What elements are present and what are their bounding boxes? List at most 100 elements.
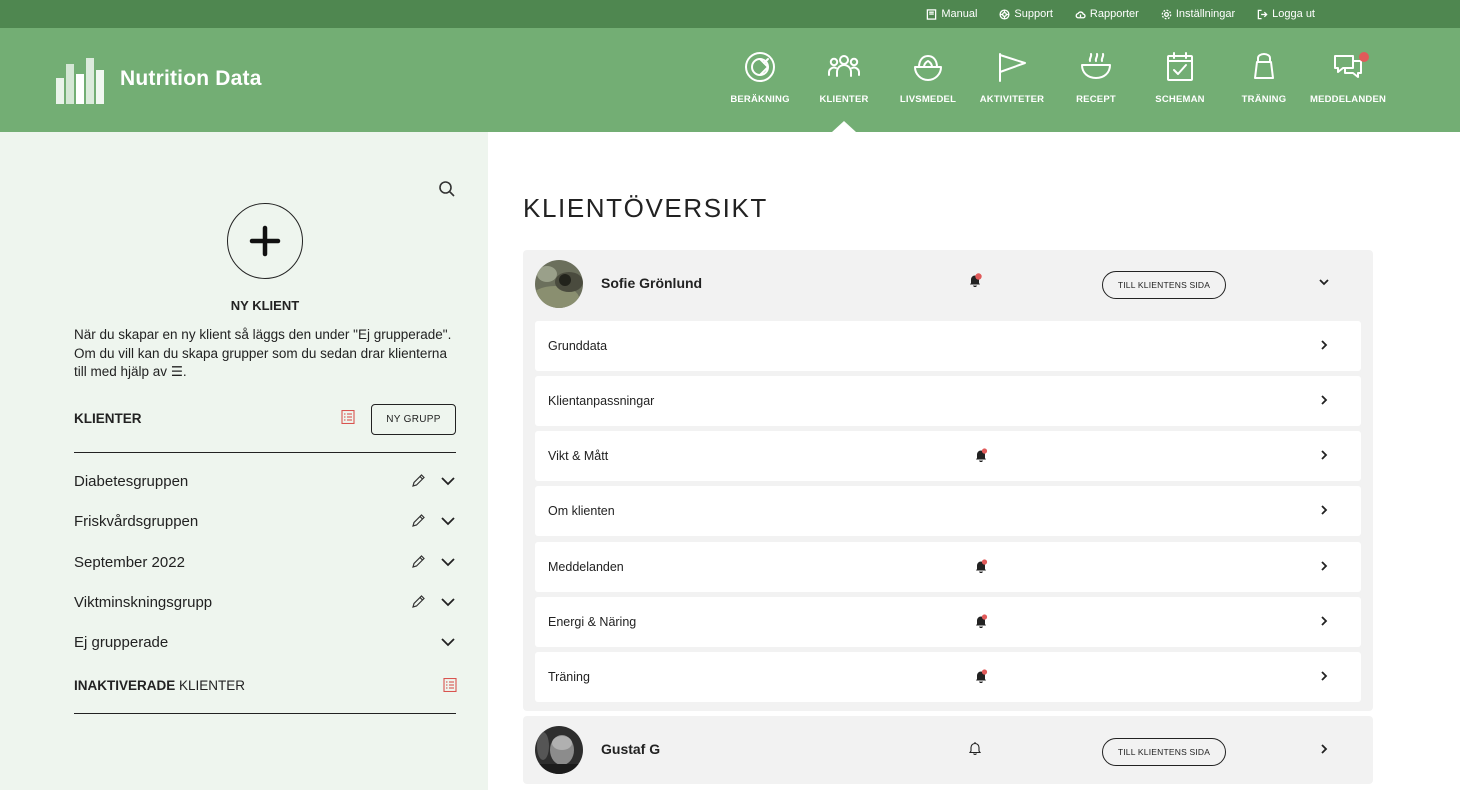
calculation-icon (745, 52, 775, 82)
chevron-right-icon (1317, 393, 1331, 407)
section-row-meddelanden[interactable]: Meddelanden (535, 542, 1361, 592)
nav-item-recept[interactable]: RECEPT (1054, 28, 1138, 132)
section-row-klientanpassningar[interactable]: Klientanpassningar (535, 376, 1361, 426)
client-card: Gustaf G TILL KLIENTENS SIDA (523, 716, 1373, 784)
client-header[interactable]: Gustaf G TILL KLIENTENS SIDA (523, 716, 1373, 782)
notification-dot (1359, 52, 1369, 62)
chevron-down-icon[interactable] (1317, 275, 1333, 291)
divider (74, 713, 456, 714)
section-label: Om klienten (548, 504, 615, 518)
chevron-down-icon[interactable] (440, 554, 456, 570)
group-row[interactable]: Diabetesgruppen (74, 461, 456, 501)
nav-item-meddelanden[interactable]: MEDDELANDEN (1306, 28, 1390, 132)
section-row-vikt-matt[interactable]: Vikt & Mått (535, 431, 1361, 481)
section-label: Vikt & Mått (548, 449, 609, 463)
chevron-right-icon (1317, 448, 1331, 462)
divider (74, 452, 456, 453)
bell-notification-icon[interactable] (967, 272, 985, 290)
pencil-icon[interactable] (410, 554, 426, 570)
pencil-icon[interactable] (410, 513, 426, 529)
client-list-button[interactable] (341, 409, 355, 425)
group-name: September 2022 (74, 553, 185, 571)
calendar-icon (1167, 52, 1193, 81)
section-row-om-klienten[interactable]: Om klienten (535, 486, 1361, 536)
group-name: Viktminskningsgrupp (74, 593, 213, 611)
bell-notification-icon (973, 447, 991, 465)
description-text: När du skapar en ny klient så läggs den … (74, 327, 452, 379)
manual-link[interactable]: Manual (926, 8, 977, 20)
manual-label: Manual (941, 8, 978, 20)
group-row[interactable]: Viktminskningsgrupp (74, 582, 456, 622)
search-button[interactable] (438, 180, 458, 200)
nav-item-berakning[interactable]: BERÄKNING (718, 28, 802, 132)
client-header[interactable]: Sofie Grönlund TILL KLIENTENS SIDA (523, 250, 1373, 316)
new-client-title: NY KLIENT (230, 298, 300, 313)
section-label: Klientanpassningar (548, 394, 655, 408)
chevron-down-icon[interactable] (440, 473, 456, 489)
group-name: Friskvårdsgruppen (74, 512, 199, 530)
nav-item-aktiviteter[interactable]: AKTIVITETER (970, 28, 1054, 132)
logo[interactable]: Nutrition Data (56, 54, 262, 104)
inactive-list-button[interactable] (443, 677, 457, 693)
group-row[interactable]: Friskvårdsgruppen (74, 501, 456, 541)
client-page-button[interactable]: TILL KLIENTENS SIDA (1102, 738, 1226, 766)
cloud-icon (1075, 10, 1086, 18)
nav-item-scheman[interactable]: SCHEMAN (1138, 28, 1222, 132)
support-label: Support (1014, 8, 1053, 20)
new-group-button[interactable]: NY GRUPP (371, 404, 456, 435)
utility-bar: Manual Support Rapporter Inställningar L… (0, 0, 1460, 28)
clients-icon (828, 55, 860, 77)
add-client-button[interactable] (227, 203, 303, 279)
section-row-energi-naring[interactable]: Energi & Näring (535, 597, 1361, 647)
gear-icon (1161, 9, 1172, 19)
logout-icon (1257, 9, 1268, 19)
section-label: Meddelanden (548, 560, 624, 574)
utility-links: Manual Support Rapporter Inställningar L… (926, 0, 1315, 28)
main-header: Nutrition Data BERÄKNING KLIENTER LIVSME… (0, 28, 1460, 132)
inactive-clients-heading: INAKTIVERADE KLIENTER (74, 678, 245, 693)
inactive-rest: KLIENTER (175, 678, 246, 693)
nav-item-traning[interactable]: TRÄNING (1222, 28, 1306, 132)
chevron-down-icon[interactable] (440, 634, 456, 650)
chevron-down-icon[interactable] (440, 594, 456, 610)
list-icon (443, 677, 457, 693)
main-nav: BERÄKNING KLIENTER LIVSMEDEL AKTIVITETER… (718, 28, 1390, 132)
nav-label: BERÄKNING (730, 94, 790, 105)
pencil-icon[interactable] (410, 594, 426, 610)
avatar (535, 726, 583, 774)
nav-label: MEDDELANDEN (1309, 94, 1387, 105)
section-label: Energi & Näring (548, 615, 637, 629)
chevron-right-icon[interactable] (1317, 742, 1333, 758)
reports-link[interactable]: Rapporter (1075, 8, 1139, 20)
pencil-icon[interactable] (410, 473, 426, 489)
sidebar: NY KLIENT När du skapar en ny klient så … (0, 132, 488, 790)
section-label: Träning (548, 670, 590, 684)
lifebuoy-icon (999, 8, 1010, 20)
chevron-right-icon (1317, 614, 1331, 628)
chevron-down-icon[interactable] (440, 513, 456, 529)
flag-icon (999, 53, 1026, 82)
inactive-bold: INAKTIVERADE (74, 678, 176, 693)
client-page-button[interactable]: TILL KLIENTENS SIDA (1102, 271, 1226, 299)
section-row-grunddata[interactable]: Grunddata (535, 321, 1361, 371)
nav-item-klienter[interactable]: KLIENTER (802, 28, 886, 132)
food-icon (914, 55, 942, 81)
new-client-description: När du skapar en ny klient så läggs den … (74, 327, 452, 379)
bell-icon[interactable] (967, 740, 985, 758)
kettlebell-icon (1254, 53, 1274, 79)
avatar (535, 260, 583, 308)
logout-link[interactable]: Logga ut (1257, 8, 1315, 20)
nav-label: LIVSMEDEL (899, 94, 957, 105)
settings-label: Inställningar (1175, 8, 1236, 20)
chevron-right-icon (1317, 559, 1331, 573)
drag-handle-icon: ☰ (170, 364, 183, 379)
settings-link[interactable]: Inställningar (1161, 8, 1235, 20)
group-row[interactable]: Ej grupperade (74, 622, 456, 662)
support-link[interactable]: Support (999, 8, 1053, 20)
nav-item-livsmedel[interactable]: LIVSMEDEL (886, 28, 970, 132)
group-row[interactable]: September 2022 (74, 542, 456, 582)
section-row-traning[interactable]: Träning (535, 652, 1361, 702)
reports-label: Rapporter (1089, 8, 1139, 20)
book-icon (927, 8, 937, 20)
section-label: Grunddata (548, 339, 608, 353)
